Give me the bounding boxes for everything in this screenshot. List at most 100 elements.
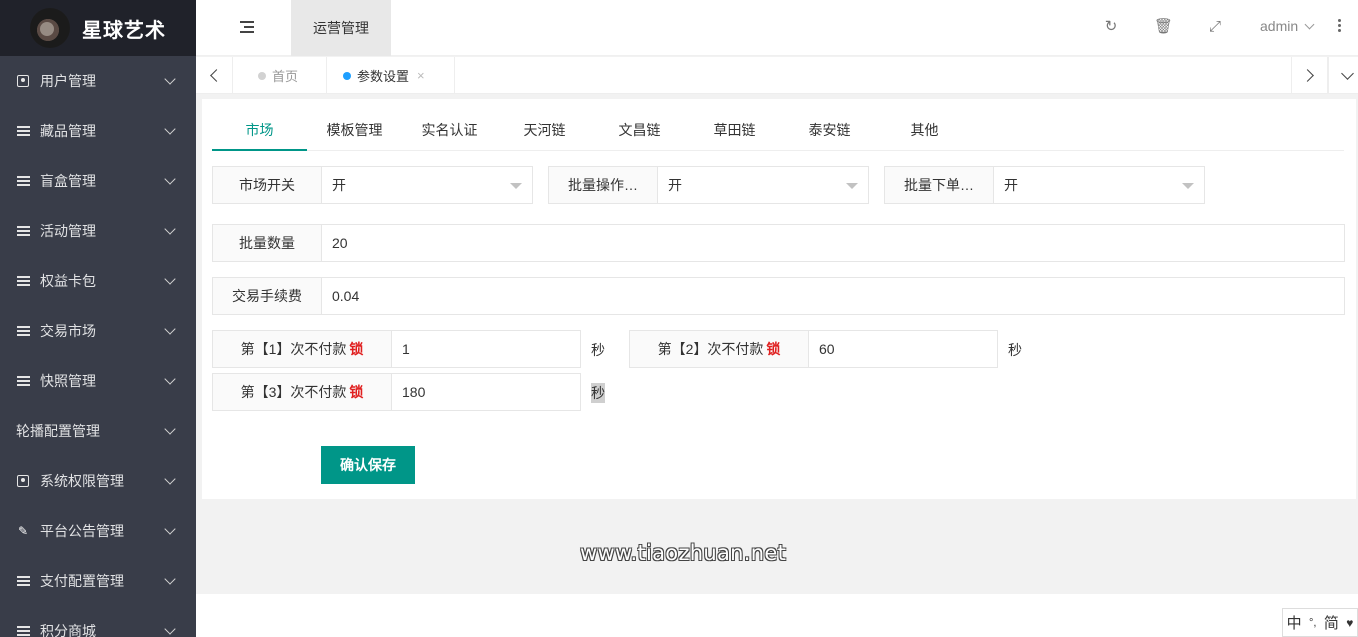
sidebar-item-label: 权益卡包 <box>40 273 96 289</box>
sidebar-item-label: 平台公告管理 <box>40 523 124 539</box>
dropdown-arrow-icon <box>846 183 858 189</box>
unit-seconds: 秒 <box>1008 342 1022 358</box>
batch-qty-input[interactable]: 20 <box>322 225 1344 261</box>
list-icon <box>16 175 30 187</box>
ime-toolbar[interactable]: 中 °, 简 ♥ <box>1282 608 1358 637</box>
sidebar-item-label: 支付配置管理 <box>40 573 124 589</box>
chevron-right-icon <box>1301 69 1314 82</box>
tabs-menu-button[interactable] <box>1328 57 1358 94</box>
sidebar-item-benefit-cards[interactable]: 权益卡包 <box>0 256 196 306</box>
sidebar-item-label: 藏品管理 <box>40 123 96 139</box>
sidebar-item-collections[interactable]: 藏品管理 <box>0 106 196 156</box>
ime-punct[interactable]: °, <box>1309 617 1316 629</box>
top-header: 运营管理 ↻ 🗑 ⤢ admin <box>196 0 1358 56</box>
more-icon[interactable] <box>1338 19 1342 34</box>
market-switch-select[interactable]: 开 <box>322 167 532 203</box>
chevron-down-icon <box>1304 19 1315 29</box>
chevron-down-icon <box>164 423 176 435</box>
sidebar-item-label: 活动管理 <box>40 223 96 239</box>
page-tab-params[interactable]: 参数设置 × <box>327 57 455 94</box>
sidebar-item-blindbox[interactable]: 盲盒管理 <box>0 156 196 206</box>
sidebar-item-users[interactable]: 用户管理 <box>0 56 196 106</box>
sidebar-item-label: 交易市场 <box>40 323 96 339</box>
chevron-down-icon <box>164 123 176 135</box>
list-icon <box>16 125 30 137</box>
tab-tianhe-chain[interactable]: 天河链 <box>497 111 592 151</box>
fee-field: 交易手续费 0.04 <box>212 277 1345 315</box>
trash-icon[interactable]: 🗑 <box>1154 18 1173 36</box>
sidebar-item-carousel[interactable]: 轮播配置管理 <box>0 406 196 456</box>
lock-label: 锁 <box>349 341 364 357</box>
field-label-text: 第【3】次不付款 <box>240 384 347 400</box>
lock2-input[interactable]: 60 <box>809 331 997 367</box>
select-value: 开 <box>668 177 682 193</box>
tab-templates[interactable]: 模板管理 <box>307 111 402 151</box>
chevron-down-icon <box>164 473 176 485</box>
field-label: 批量操作… <box>549 167 658 203</box>
sidebar-item-points-mall[interactable]: 积分商城 <box>0 606 196 637</box>
tabs-next-button[interactable] <box>1291 57 1328 94</box>
batch-order-select[interactable]: 开 <box>994 167 1204 203</box>
tab-other[interactable]: 其他 <box>877 111 972 151</box>
page-tab-label: 首页 <box>272 69 299 84</box>
tab-realname[interactable]: 实名认证 <box>402 111 497 151</box>
tab-market[interactable]: 市场 <box>212 111 307 151</box>
chevron-down-icon <box>164 223 176 235</box>
sidebar-menu: 用户管理 藏品管理 盲盒管理 活动管理 权益卡包 交易市场 快照管理 轮播配置管… <box>0 56 196 637</box>
settings-tabs: 市场 模板管理 实名认证 天河链 文昌链 草田链 泰安链 其他 <box>212 111 1344 151</box>
tab-wenchang-chain[interactable]: 文昌链 <box>592 111 687 151</box>
fee-input[interactable]: 0.04 <box>322 278 1344 314</box>
unit-seconds: 秒 <box>591 342 605 358</box>
brand-title: 星球艺术 <box>82 19 166 42</box>
select-value: 开 <box>1004 177 1018 193</box>
sidebar: 星球艺术 用户管理 藏品管理 盲盒管理 活动管理 权益卡包 交易市场 快照管理 … <box>0 0 196 637</box>
tab-taian-chain[interactable]: 泰安链 <box>782 111 877 151</box>
contact-card-icon <box>16 475 30 487</box>
sidebar-item-payment[interactable]: 支付配置管理 <box>0 556 196 606</box>
tab-operations[interactable]: 运营管理 <box>291 0 391 56</box>
close-icon[interactable]: × <box>417 68 425 83</box>
fullscreen-icon[interactable]: ⤢ <box>1206 18 1224 36</box>
market-switch-field: 市场开关 开 <box>212 166 533 204</box>
user-menu[interactable]: admin <box>1260 18 1315 34</box>
lock1-input[interactable]: 1 <box>392 331 580 367</box>
sidebar-item-label: 用户管理 <box>40 73 96 89</box>
list-icon <box>16 225 30 237</box>
list-icon <box>16 575 30 587</box>
chevron-down-icon <box>164 73 176 85</box>
lock3-input[interactable]: 180 <box>392 374 580 410</box>
field-label: 第【2】次不付款锁 <box>630 331 809 367</box>
sidebar-item-market[interactable]: 交易市场 <box>0 306 196 356</box>
list-icon <box>16 275 30 287</box>
sidebar-item-permissions[interactable]: 系统权限管理 <box>0 456 196 506</box>
refresh-icon[interactable]: ↻ <box>1102 18 1120 36</box>
chevron-down-icon <box>164 173 176 185</box>
list-icon <box>16 375 30 387</box>
dropdown-arrow-icon <box>1182 183 1194 189</box>
menu-toggle-icon[interactable] <box>240 21 254 33</box>
field-label: 第【3】次不付款锁 <box>213 374 392 410</box>
sidebar-item-label: 盲盒管理 <box>40 173 96 189</box>
chevron-down-icon <box>164 523 176 535</box>
page-tabs-bar: 首页 参数设置 × <box>196 57 1358 94</box>
ime-lang[interactable]: 中 <box>1287 612 1302 633</box>
select-value: 开 <box>332 177 346 193</box>
sidebar-item-snapshots[interactable]: 快照管理 <box>0 356 196 406</box>
batch-op-select[interactable]: 开 <box>658 167 868 203</box>
contact-card-icon <box>16 75 30 87</box>
sidebar-item-label: 系统权限管理 <box>40 473 124 489</box>
save-button[interactable]: 确认保存 <box>321 446 415 484</box>
ime-simplified[interactable]: 简 <box>1324 612 1339 633</box>
page-tab-home[interactable]: 首页 <box>233 57 327 94</box>
sidebar-item-activities[interactable]: 活动管理 <box>0 206 196 256</box>
ime-skin-icon[interactable]: ♥ <box>1346 616 1353 630</box>
edit-icon: ✎ <box>17 524 29 538</box>
tab-caotian-chain[interactable]: 草田链 <box>687 111 782 151</box>
footer-area <box>196 594 1358 637</box>
field-label-text: 第【2】次不付款 <box>657 341 764 357</box>
sidebar-item-announcements[interactable]: ✎ 平台公告管理 <box>0 506 196 556</box>
field-label: 批量数量 <box>213 225 322 261</box>
username: admin <box>1260 18 1299 34</box>
lock1-field: 第【1】次不付款锁 1 <box>212 330 581 368</box>
tabs-prev-button[interactable] <box>196 57 233 94</box>
